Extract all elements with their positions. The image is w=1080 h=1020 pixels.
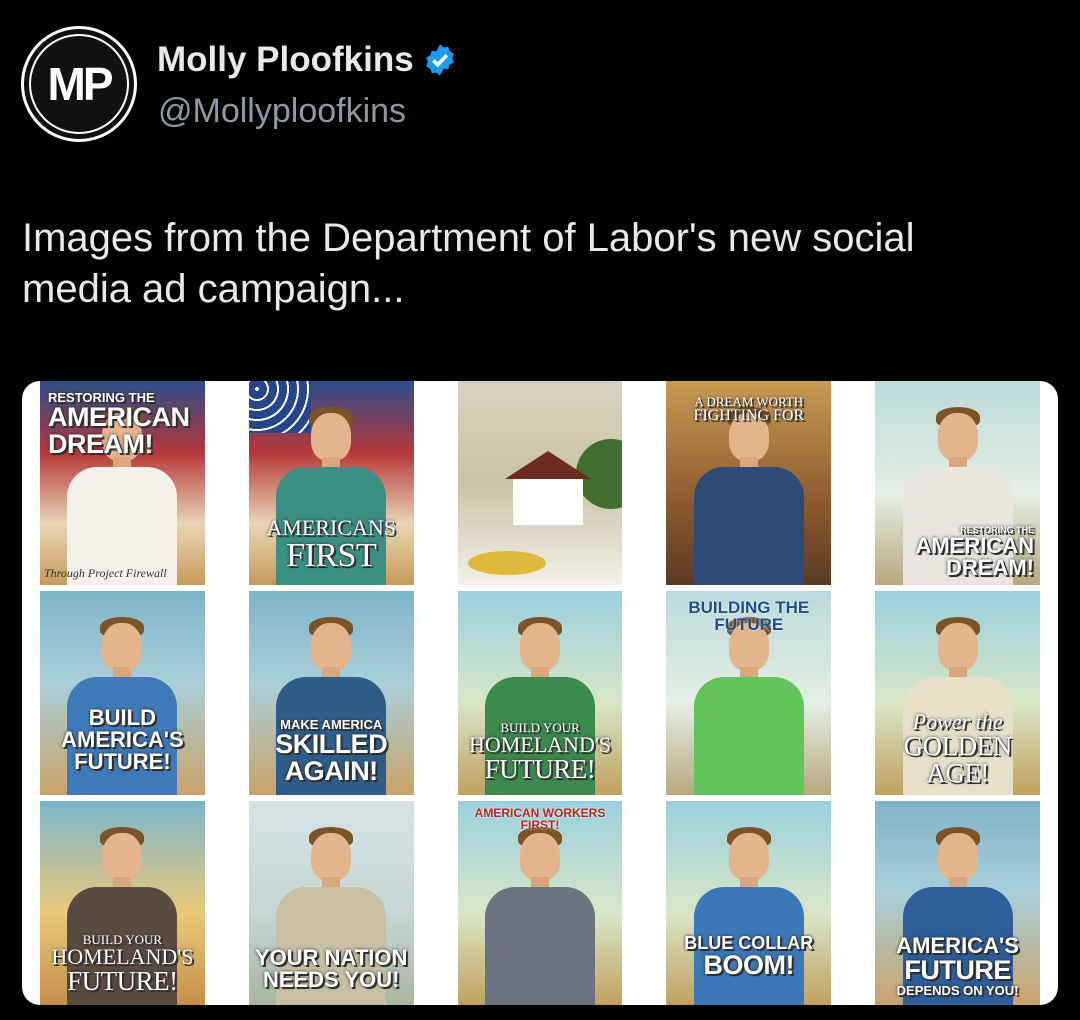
poster-americas-future-depends: AMERICA'S FUTURE DEPENDS ON YOU! <box>875 801 1040 1005</box>
poster-caption: RESTORING THE AMERICAN DREAM! <box>915 525 1034 580</box>
poster-caption: AMERICAN WORKERS FIRST! <box>474 806 606 832</box>
poster-build-americas-future: BUILD AMERICA'S FUTURE! <box>40 591 205 795</box>
poster-tagline: Through Project Firewall <box>44 566 167 580</box>
tweet-text-line-1: Images from the Department of Labor's ne… <box>22 216 915 260</box>
author-handle[interactable]: @Mollyploofkins <box>158 92 406 131</box>
poster-caption: A DREAM WORTH FIGHTING FOR <box>693 394 805 424</box>
avatar-ring: MP <box>29 34 129 134</box>
poster-caption: YOUR NATION NEEDS YOU! <box>255 945 408 992</box>
poster-caption: AMERICA'S FUTURE DEPENDS ON YOU! <box>896 933 1019 998</box>
poster-build-homelands-future: BUILD YOUR HOMELAND'S FUTURE! <box>457 591 623 795</box>
poster-figure <box>693 405 804 585</box>
poster-dream-worth-fighting: A DREAM WORTH FIGHTING FOR <box>666 381 832 585</box>
poster-americans-first: AMERICANS FIRST <box>248 381 414 585</box>
poster-make-america-skilled: MAKE AMERICA SKILLED AGAIN! <box>248 591 414 795</box>
poster-caption: BUILD YOUR HOMELAND'S FUTURE! <box>51 932 194 996</box>
poster-caption: MAKE AMERICA SKILLED AGAIN! <box>275 717 388 786</box>
poster-caption: BUILD YOUR HOMELAND'S FUTURE! <box>468 720 612 784</box>
poster-caption: AMERICANS FIRST <box>266 515 396 574</box>
poster-grid: RESTORING THE AMERICAN DREAM! Through Pr… <box>40 381 1040 1005</box>
media-image[interactable]: RESTORING THE AMERICAN DREAM! Through Pr… <box>22 381 1058 1005</box>
poster-build-homelands-future-map: BUILD YOUR HOMELAND'S FUTURE! <box>40 801 205 1005</box>
poster-caption: BUILD AMERICA'S FUTURE! <box>61 705 184 774</box>
tweet-text-line-2: media ad campaign... <box>22 267 405 311</box>
author-name-row: Molly Ploofkins <box>157 40 458 80</box>
poster-caption: RESTORING THE AMERICAN DREAM! <box>48 390 190 459</box>
poster-figure <box>484 825 595 1005</box>
display-name[interactable]: Molly Ploofkins <box>157 40 414 80</box>
house-icon <box>504 451 591 525</box>
poster-restoring-dream: RESTORING THE AMERICAN DREAM! Through Pr… <box>40 381 205 585</box>
poster-restoring-dream-portrait: RESTORING THE AMERICAN DREAM! <box>875 381 1040 585</box>
poster-caption: BUILDING THE FUTURE <box>688 598 810 634</box>
poster-american-workers-first: AMERICAN WORKERS FIRST! <box>457 801 623 1005</box>
poster-power-golden-age: Power the GOLDEN AGE! <box>875 591 1040 795</box>
tweet-text: Images from the Department of Labor's ne… <box>22 213 1042 315</box>
poster-figure <box>693 615 804 795</box>
avatar[interactable]: MP <box>21 26 137 142</box>
poster-your-nation-needs-you: YOUR NATION NEEDS YOU! <box>248 801 414 1005</box>
verified-badge-icon <box>425 44 454 76</box>
poster-building-the-future: BUILDING THE FUTURE <box>666 591 832 795</box>
poster-suburban-home <box>457 381 623 585</box>
platform-icon <box>467 551 546 575</box>
poster-caption: BLUE COLLAR BOOM! <box>684 933 814 980</box>
avatar-initials: MP <box>47 58 114 110</box>
poster-caption: Power the GOLDEN AGE! <box>903 709 1012 788</box>
poster-blue-collar-boom: BLUE COLLAR BOOM! <box>666 801 832 1005</box>
